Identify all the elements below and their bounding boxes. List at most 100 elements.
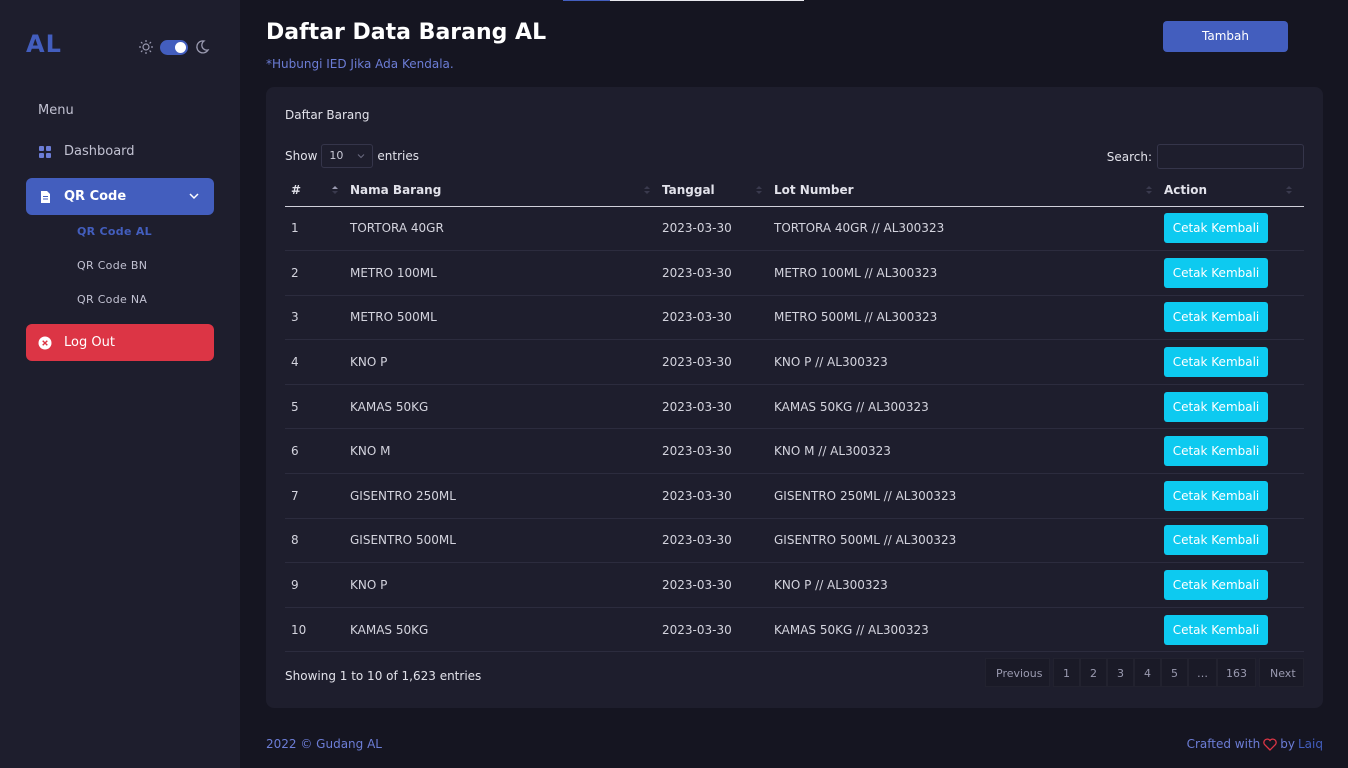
table-row: 8 GISENTRO 500ML 2023-03-30 GISENTRO 500ML … bbox=[285, 518, 1304, 564]
footer-credit: Crafted with by Laiq bbox=[1187, 737, 1323, 751]
show-label: Show bbox=[285, 149, 318, 163]
data-table: # Nama Barang Tanggal Lot Number Action … bbox=[285, 175, 1304, 653]
reprint-button[interactable]: Cetak Kembali bbox=[1164, 302, 1268, 333]
sidebar-item-qr-code[interactable]: QR Code bbox=[26, 178, 214, 215]
cell-action: Cetak Kembali bbox=[1164, 339, 1304, 385]
cell-tanggal: 2023-03-30 bbox=[662, 473, 774, 519]
table-row: 9 KNO P 2023-03-30 KNO P // AL300323 Cetak K… bbox=[285, 562, 1304, 608]
add-button[interactable]: Tambah bbox=[1163, 21, 1288, 52]
reprint-button[interactable]: Cetak Kembali bbox=[1164, 525, 1268, 556]
table-header-row: # Nama Barang Tanggal Lot Number Action bbox=[285, 175, 1304, 207]
column-header-no[interactable]: # bbox=[285, 175, 350, 207]
column-header-lot-number[interactable]: Lot Number bbox=[774, 175, 1164, 207]
sort-asc-icon bbox=[332, 186, 338, 194]
submenu-item-qr-code-na[interactable]: QR Code NA bbox=[77, 293, 147, 306]
page-title: Daftar Data Barang AL bbox=[266, 20, 547, 45]
sidebar-item-label: Dashboard bbox=[64, 144, 135, 159]
cell-lot-number: KNO P // AL300323 bbox=[774, 339, 1164, 385]
cell-no: 1 bbox=[285, 206, 350, 252]
pagination-page[interactable]: 3 bbox=[1107, 658, 1134, 687]
cell-action: Cetak Kembali bbox=[1164, 250, 1304, 296]
sort-icon bbox=[644, 186, 650, 194]
dark-mode-switch[interactable] bbox=[160, 39, 188, 55]
table-row: 3 METRO 500ML 2023-03-30 METRO 500ML // AL3… bbox=[285, 295, 1304, 341]
cell-lot-number: METRO 100ML // AL300323 bbox=[774, 250, 1164, 296]
pagination-page[interactable]: 163 bbox=[1217, 658, 1256, 687]
cell-action: Cetak Kembali bbox=[1164, 206, 1304, 252]
submenu-item-qr-code-bn[interactable]: QR Code BN bbox=[77, 259, 147, 272]
page-size-value: 10 bbox=[329, 149, 344, 162]
cell-tanggal: 2023-03-30 bbox=[662, 206, 774, 252]
cell-tanggal: 2023-03-30 bbox=[662, 295, 774, 341]
cell-nama-barang: KAMAS 50KG bbox=[350, 607, 662, 653]
cell-nama-barang: KNO P bbox=[350, 339, 662, 385]
sidebar-item-dashboard[interactable]: Dashboard bbox=[26, 133, 214, 170]
pagination-page[interactable]: 4 bbox=[1134, 658, 1161, 687]
cell-lot-number: GISENTRO 250ML // AL300323 bbox=[774, 473, 1164, 519]
pagination-previous[interactable]: Previous bbox=[985, 658, 1050, 687]
pagination-page[interactable]: 1 bbox=[1053, 658, 1080, 687]
entries-label: entries bbox=[377, 149, 419, 163]
reprint-button[interactable]: Cetak Kembali bbox=[1164, 257, 1268, 288]
cell-action: Cetak Kembali bbox=[1164, 518, 1304, 564]
cell-lot-number: METRO 500ML // AL300323 bbox=[774, 295, 1164, 341]
page-size-select[interactable]: 10 bbox=[321, 144, 374, 168]
pagination-next[interactable]: Next bbox=[1259, 658, 1304, 687]
table-row: 5 KAMAS 50KG 2023-03-30 KAMAS 50KG // AL300… bbox=[285, 384, 1304, 430]
theme-toggle[interactable] bbox=[138, 39, 210, 55]
app-logo[interactable]: AL bbox=[26, 30, 62, 58]
grid-icon bbox=[39, 145, 51, 158]
sort-icon bbox=[1286, 186, 1292, 194]
cell-nama-barang: GISENTRO 250ML bbox=[350, 473, 662, 519]
reprint-button[interactable]: Cetak Kembali bbox=[1164, 347, 1268, 378]
cell-nama-barang: GISENTRO 500ML bbox=[350, 518, 662, 564]
cell-tanggal: 2023-03-30 bbox=[662, 428, 774, 475]
chevron-down-icon bbox=[189, 193, 199, 200]
cell-tanggal: 2023-03-30 bbox=[662, 518, 774, 564]
cell-tanggal: 2023-03-30 bbox=[662, 339, 774, 385]
cell-action: Cetak Kembali bbox=[1164, 562, 1304, 608]
data-card: Daftar Barang Show 10 entries Search: # bbox=[266, 87, 1323, 708]
cell-lot-number: TORTORA 40GR // AL300323 bbox=[774, 206, 1164, 252]
cell-no: 3 bbox=[285, 295, 350, 341]
column-header-nama-barang[interactable]: Nama Barang bbox=[350, 175, 662, 207]
search-control: Search: bbox=[1107, 144, 1304, 169]
pagination-ellipsis: … bbox=[1188, 658, 1217, 687]
reprint-button[interactable]: Cetak Kembali bbox=[1164, 213, 1268, 244]
table-row: 7 GISENTRO 250ML 2023-03-30 GISENTRO 250ML … bbox=[285, 473, 1304, 519]
cell-lot-number: KAMAS 50KG // AL300323 bbox=[774, 384, 1164, 430]
column-header-action[interactable]: Action bbox=[1164, 175, 1304, 207]
logout-button[interactable]: Log Out bbox=[26, 324, 214, 361]
cell-no: 5 bbox=[285, 384, 350, 430]
cell-no: 6 bbox=[285, 428, 350, 475]
reprint-button[interactable]: Cetak Kembali bbox=[1164, 570, 1268, 601]
pagination: Previous 1 2 3 4 5 … 163 Next bbox=[985, 658, 1304, 687]
reprint-button[interactable]: Cetak Kembali bbox=[1164, 436, 1268, 467]
table-row: 2 METRO 100ML 2023-03-30 METRO 100ML // AL3… bbox=[285, 250, 1304, 296]
cell-tanggal: 2023-03-30 bbox=[662, 250, 774, 296]
reprint-button[interactable]: Cetak Kembali bbox=[1164, 480, 1268, 511]
cell-nama-barang: KAMAS 50KG bbox=[350, 384, 662, 430]
table-row: 1 TORTORA 40GR 2023-03-30 TORTORA 40GR // A… bbox=[285, 206, 1304, 252]
cell-no: 2 bbox=[285, 250, 350, 296]
cell-action: Cetak Kembali bbox=[1164, 473, 1304, 519]
submenu-item-qr-code-al[interactable]: QR Code AL bbox=[77, 225, 152, 238]
table-body: 1 TORTORA 40GR 2023-03-30 TORTORA 40GR // A… bbox=[285, 206, 1304, 653]
footer-by-label: by bbox=[1280, 737, 1295, 751]
pagination-page[interactable]: 5 bbox=[1161, 658, 1188, 687]
cell-no: 4 bbox=[285, 339, 350, 385]
table-row: 10 KAMAS 50KG 2023-03-30 KAMAS 50KG // AL30… bbox=[285, 607, 1304, 653]
cell-nama-barang: KNO P bbox=[350, 562, 662, 608]
reprint-button[interactable]: Cetak Kembali bbox=[1164, 614, 1268, 645]
column-header-tanggal[interactable]: Tanggal bbox=[662, 175, 774, 207]
page-size-control: Show 10 entries bbox=[285, 144, 419, 168]
cell-no: 9 bbox=[285, 562, 350, 608]
footer-author-link[interactable]: Laiq bbox=[1298, 737, 1323, 751]
close-circle-icon bbox=[38, 336, 52, 349]
search-input[interactable] bbox=[1157, 144, 1304, 169]
reprint-button[interactable]: Cetak Kembali bbox=[1164, 391, 1268, 422]
cell-lot-number: KNO P // AL300323 bbox=[774, 562, 1164, 608]
pagination-page[interactable]: 2 bbox=[1080, 658, 1107, 687]
search-label: Search: bbox=[1106, 149, 1152, 164]
cell-action: Cetak Kembali bbox=[1164, 607, 1304, 653]
